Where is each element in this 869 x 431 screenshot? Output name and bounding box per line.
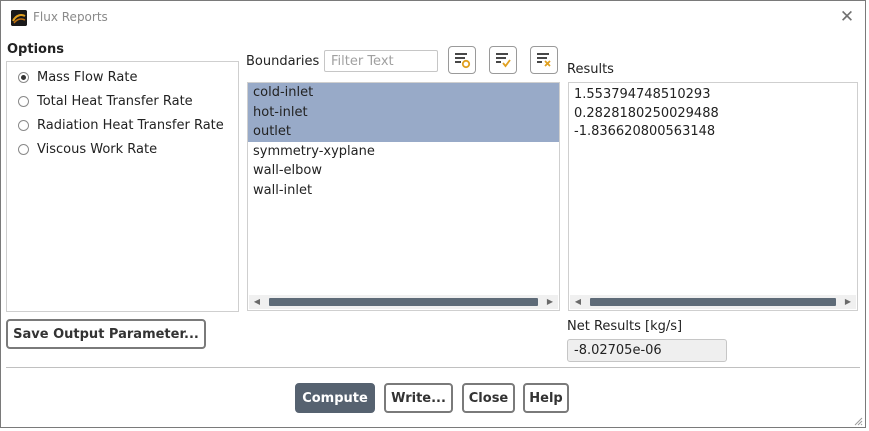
scroll-right-icon[interactable]: ▶ xyxy=(840,295,856,309)
options-heading: Options xyxy=(7,42,64,57)
option-radiation-heat-transfer-rate[interactable]: Radiation Heat Transfer Rate xyxy=(18,116,224,134)
results-text-area[interactable]: 1.553794748510293 0.2828180250029488 -1.… xyxy=(568,82,858,311)
save-output-parameter-button[interactable]: Save Output Parameter... xyxy=(6,319,206,349)
resize-grip-icon[interactable] xyxy=(853,416,863,426)
compute-button[interactable]: Compute xyxy=(295,383,375,413)
scroll-left-icon[interactable]: ◀ xyxy=(570,295,586,309)
results-horizontal-scrollbar[interactable]: ◀ ▶ xyxy=(570,295,856,309)
filter-text-input[interactable] xyxy=(324,50,438,72)
help-button[interactable]: Help xyxy=(523,383,569,413)
scroll-left-icon[interactable]: ◀ xyxy=(249,295,265,309)
options-panel: Mass Flow Rate Total Heat Transfer Rate … xyxy=(6,61,239,312)
list-item[interactable]: hot-inlet xyxy=(248,102,559,122)
results-heading: Results xyxy=(567,62,614,77)
boundaries-heading: Boundaries xyxy=(246,54,320,69)
app-logo-icon xyxy=(11,10,27,26)
close-icon[interactable]: ✕ xyxy=(837,7,857,27)
option-total-heat-transfer-rate[interactable]: Total Heat Transfer Rate xyxy=(18,92,193,110)
select-all-icon xyxy=(496,53,511,68)
result-value: 0.2828180250029488 xyxy=(574,105,719,121)
radio-button[interactable] xyxy=(18,143,29,155)
list-item[interactable]: outlet xyxy=(248,122,559,142)
select-all-button[interactable] xyxy=(489,46,517,74)
window-title: Flux Reports xyxy=(33,10,108,24)
option-mass-flow-rate[interactable]: Mass Flow Rate xyxy=(18,68,137,86)
radio-button-checked[interactable] xyxy=(18,71,29,83)
radio-button[interactable] xyxy=(18,95,29,107)
net-results-field: -8.02705e-06 xyxy=(567,339,727,362)
flux-reports-dialog: Flux Reports ✕ Options Mass Flow Rate To… xyxy=(0,0,866,428)
net-results-label: Net Results [kg/s] xyxy=(567,319,683,334)
scrollbar-thumb[interactable] xyxy=(269,298,538,306)
scrollbar-thumb[interactable] xyxy=(590,298,836,306)
option-label: Total Heat Transfer Rate xyxy=(37,93,193,109)
boundaries-list[interactable]: cold-inlet hot-inlet outlet symmetry-xyp… xyxy=(247,82,560,311)
deselect-all-button[interactable] xyxy=(530,46,558,74)
deselect-all-icon xyxy=(537,53,551,67)
scroll-right-icon[interactable]: ▶ xyxy=(542,295,558,309)
list-item[interactable]: wall-inlet xyxy=(248,181,559,201)
option-viscous-work-rate[interactable]: Viscous Work Rate xyxy=(18,140,157,158)
separator xyxy=(6,367,860,368)
radio-button[interactable] xyxy=(18,119,29,131)
result-value: -1.836620800563148 xyxy=(574,124,716,139)
filter-select-icon xyxy=(455,53,471,69)
list-item[interactable]: wall-elbow xyxy=(248,161,559,181)
boundaries-horizontal-scrollbar[interactable]: ◀ ▶ xyxy=(249,295,558,309)
option-label: Mass Flow Rate xyxy=(37,69,138,85)
close-button[interactable]: Close xyxy=(462,383,515,413)
title-bar[interactable]: Flux Reports ✕ xyxy=(1,1,865,35)
filter-select-button[interactable] xyxy=(448,46,476,74)
result-value: 1.553794748510293 xyxy=(574,87,711,102)
option-label: Radiation Heat Transfer Rate xyxy=(37,117,224,133)
list-item[interactable]: cold-inlet xyxy=(248,83,559,103)
option-label: Viscous Work Rate xyxy=(37,141,158,157)
write-button[interactable]: Write... xyxy=(384,383,453,413)
list-item[interactable]: symmetry-xyplane xyxy=(248,142,559,162)
